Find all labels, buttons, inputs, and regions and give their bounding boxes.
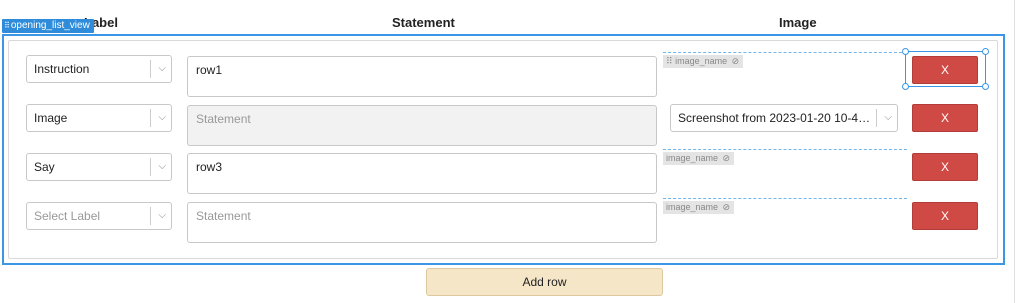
eye-off-icon[interactable]: ⊘ [732,56,740,66]
chevron-down-icon[interactable]: ⌵ [158,105,166,131]
label-select-value: Instruction [34,62,90,76]
resize-handle[interactable] [902,83,909,90]
image-name-chip: image_name ⊘ [663,201,735,214]
statement-value: row1 [196,63,223,77]
chevron-down-icon[interactable]: ⌵ [158,56,166,82]
statement-placeholder: Statement [196,112,251,126]
select-divider [150,109,151,127]
table-row: Instruction ⌵ row1 ⠿ image_name ⊘ X [0,52,1024,97]
resize-handle[interactable] [902,48,909,55]
select-divider [876,109,877,127]
delete-row-button[interactable]: X [912,153,978,181]
label-select-value: Say [34,160,55,174]
chevron-down-icon[interactable]: ⌵ [158,154,166,180]
label-select[interactable]: Instruction ⌵ [26,55,172,83]
column-header-statement: Statement [392,15,455,30]
statement-input[interactable]: row3 [187,153,657,194]
delete-row-button[interactable]: X [912,202,978,230]
list-view-tag[interactable]: ⠿ opening_list_view [2,19,94,33]
image-drop-slot[interactable]: ⠿ image_name ⊘ [663,52,907,92]
resize-handle[interactable] [982,48,989,55]
image-name-label: image_name [675,56,728,66]
statement-value: row3 [196,160,223,174]
column-header-image: Image [779,15,817,30]
label-select-placeholder: Select Label [34,209,101,223]
label-select[interactable]: Say ⌵ [26,153,172,181]
drag-grip-icon[interactable]: ⠿ [4,21,10,30]
image-select[interactable]: Screenshot from 2023-01-20 10-45... ⌵ [670,104,898,132]
delete-row-button[interactable]: X [912,104,978,132]
resize-handle[interactable] [982,83,989,90]
table-row: Say ⌵ row3 image_name ⊘ X [0,149,1024,195]
select-divider [150,60,151,78]
statement-placeholder: Statement [196,209,251,223]
eye-off-icon[interactable]: ⊘ [723,202,731,212]
image-drop-slot[interactable]: image_name ⊘ [663,198,907,238]
image-name-label: image_name [666,153,719,163]
statement-input[interactable]: Statement [187,202,657,243]
image-select-value: Screenshot from 2023-01-20 10-45... [678,111,873,125]
add-row-button[interactable]: Add row [426,268,663,296]
scrollbar-edge [1014,0,1015,303]
image-name-chip: image_name ⊘ [663,152,735,165]
label-select[interactable]: Image ⌵ [26,104,172,132]
table-row: Select Label ⌵ Statement image_name ⊘ X [0,198,1024,244]
statement-input[interactable]: row1 [187,56,657,97]
chevron-down-icon[interactable]: ⌵ [158,203,166,229]
chevron-down-icon[interactable]: ⌵ [884,105,892,131]
image-name-chip: ⠿ image_name ⊘ [663,55,744,68]
select-divider [150,158,151,176]
table-row: Image ⌵ Statement Screenshot from 2023-0… [0,104,1024,146]
eye-off-icon[interactable]: ⊘ [723,153,731,163]
label-select[interactable]: Select Label ⌵ [26,202,172,230]
image-drop-slot[interactable]: image_name ⊘ [663,149,907,189]
drag-grip-icon: ⠿ [666,56,673,66]
select-divider [150,207,151,225]
selected-button-outline [902,48,989,90]
label-select-value: Image [34,111,68,125]
statement-input[interactable]: Statement [187,105,657,146]
image-name-label: image_name [666,202,719,212]
list-view-tag-label: opening_list_view [10,20,90,31]
